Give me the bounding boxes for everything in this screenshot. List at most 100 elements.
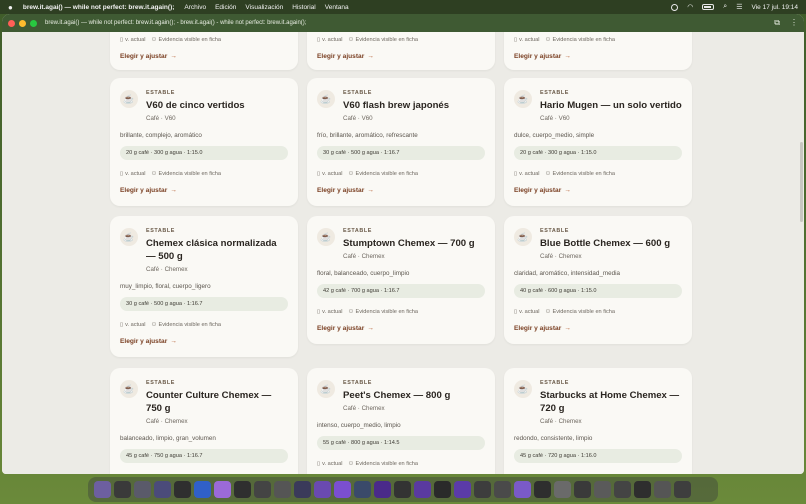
dock-app-icon[interactable] — [574, 481, 591, 498]
recipe-tags: balanceado, limpio, gran_volumen — [120, 435, 216, 442]
dock-app-icon[interactable] — [334, 481, 351, 498]
coffee-cup-icon: ☕ — [514, 380, 532, 398]
choose-and-adjust-link[interactable]: Elegir y ajustar → — [504, 53, 692, 60]
recipe-tags: dulce, cuerpo_medio, simple — [514, 132, 595, 139]
clipboard-icon: ▯ — [317, 461, 321, 467]
dock-app-icon[interactable] — [194, 481, 211, 498]
minimize-window-button[interactable] — [19, 19, 26, 27]
dock-app-icon[interactable] — [294, 481, 311, 498]
dock-app-icon[interactable] — [94, 481, 111, 498]
dock-app-icon[interactable] — [514, 481, 531, 498]
recipe-tags: floral, balanceado, cuerpo_limpio — [317, 270, 410, 277]
coffee-cup-icon: ☕ — [514, 228, 532, 246]
browser-window: brew.it.agai() — while not perfect: brew… — [2, 14, 804, 474]
recipe-title: Starbucks at Home Chemex — 720 g — [540, 390, 680, 414]
dock-app-icon[interactable] — [374, 481, 391, 498]
arrow-right-icon: → — [367, 53, 374, 60]
recipe-subtitle: Café · V60 — [540, 115, 570, 122]
users-icon: ⚇ — [348, 309, 354, 315]
recipe-ratio: 20 g café · 300 g agua · 1:15.0 — [120, 146, 288, 160]
extensions-icon[interactable]: ⧉ — [774, 18, 780, 28]
version-meta: ▯ v. actual — [317, 461, 343, 467]
dock-app-icon[interactable] — [434, 481, 451, 498]
app-menu-title[interactable]: brew.it.agai() — while not perfect: brew… — [23, 4, 175, 11]
recipe-subtitle: Café · Chemex — [540, 418, 582, 425]
status-badge: ESTABLE — [540, 228, 569, 234]
scrollbar[interactable] — [798, 32, 804, 474]
dock-app-icon[interactable] — [554, 481, 571, 498]
menu-visualizacion[interactable]: Visualización — [245, 4, 283, 11]
dock-app-icon[interactable] — [394, 481, 411, 498]
choose-and-adjust-link[interactable]: Elegir y ajustar → — [307, 187, 495, 194]
apple-menu-icon[interactable]: ● — [8, 3, 13, 12]
fullscreen-window-button[interactable] — [30, 19, 37, 27]
dock-app-icon[interactable] — [114, 481, 131, 498]
menu-historial[interactable]: Historial — [292, 4, 315, 11]
title-bar: brew.it.agai() — while not perfect: brew… — [2, 14, 804, 32]
clock[interactable]: Vie 17 jul. 19:14 — [752, 4, 799, 11]
status-badge: ESTABLE — [146, 228, 175, 234]
recipe-tags: claridad, aromático, intensidad_media — [514, 270, 621, 277]
close-window-button[interactable] — [8, 19, 15, 27]
recipe-tags: intenso, cuerpo_medio, limpio — [317, 422, 401, 429]
dock-app-icon[interactable] — [594, 481, 611, 498]
choose-and-adjust-link[interactable]: Elegir y ajustar → — [307, 53, 495, 60]
users-icon: ⚇ — [545, 309, 551, 315]
dock-app-icon[interactable] — [634, 481, 651, 498]
recipe-title: Stumptown Chemex — 700 g — [343, 238, 475, 249]
wifi-icon[interactable]: ◠ — [687, 3, 693, 11]
scrollbar-thumb[interactable] — [800, 142, 803, 222]
users-icon: ⚇ — [348, 37, 354, 43]
choose-and-adjust-link[interactable]: Elegir y ajustar → — [110, 338, 298, 345]
evidence-meta: ⚇ Evidencia visible en ficha — [348, 309, 419, 315]
clipboard-icon: ▯ — [120, 171, 124, 177]
menu-edicion[interactable]: Edición — [215, 4, 236, 11]
dock-app-icon[interactable] — [454, 481, 471, 498]
clipboard-icon: ▯ — [120, 322, 124, 328]
recipe-subtitle: Café · V60 — [146, 115, 176, 122]
dock-app-icon[interactable] — [174, 481, 191, 498]
dock-app-icon[interactable] — [614, 481, 631, 498]
battery-icon[interactable] — [702, 4, 715, 10]
dock-app-icon[interactable] — [354, 481, 371, 498]
dock-app-icon[interactable] — [154, 481, 171, 498]
recipe-ratio: 45 g café · 720 g agua · 1:16.0 — [514, 449, 682, 463]
choose-and-adjust-link[interactable]: Elegir y ajustar → — [504, 187, 692, 194]
status-badge: ESTABLE — [540, 90, 569, 96]
dock-app-icon[interactable] — [274, 481, 291, 498]
status-badge: ESTABLE — [343, 90, 372, 96]
dock-app-icon[interactable] — [314, 481, 331, 498]
dock-app-icon[interactable] — [234, 481, 251, 498]
search-icon[interactable]: ⌕ — [723, 3, 727, 11]
version-meta: ▯ v. actual — [120, 171, 146, 177]
status-badge: ESTABLE — [146, 90, 175, 96]
recipe-tags: frío, brillante, aromático, refrescante — [317, 132, 418, 139]
evidence-meta: ⚇ Evidencia visible en ficha — [151, 171, 222, 177]
choose-and-adjust-link[interactable]: Elegir y ajustar → — [307, 325, 495, 332]
recipe-subtitle: Café · Chemex — [540, 253, 582, 260]
menu-archivo[interactable]: Archivo — [184, 4, 206, 11]
clipboard-icon: ▯ — [317, 37, 321, 43]
recipe-ratio: 40 g café · 600 g agua · 1:15.0 — [514, 284, 682, 298]
menu-ventana[interactable]: Ventana — [325, 4, 349, 11]
dock-app-icon[interactable] — [254, 481, 271, 498]
dock-app-icon[interactable] — [134, 481, 151, 498]
choose-and-adjust-link[interactable]: Elegir y ajustar → — [504, 325, 692, 332]
more-menu-icon[interactable]: ⋮ — [790, 18, 798, 28]
control-center-icon[interactable]: ☰ — [736, 3, 742, 11]
recipe-subtitle: Café · Chemex — [146, 266, 188, 273]
dock-app-icon[interactable] — [534, 481, 551, 498]
clipboard-icon: ▯ — [317, 309, 321, 315]
dock-app-icon[interactable] — [214, 481, 231, 498]
evidence-meta: ⚇ Evidencia visible en ficha — [348, 37, 419, 43]
version-meta: ▯ v. actual — [514, 37, 540, 43]
dock-app-icon[interactable] — [474, 481, 491, 498]
choose-and-adjust-link[interactable]: Elegir y ajustar → — [110, 187, 298, 194]
dock-app-icon[interactable] — [674, 481, 691, 498]
dock-app-icon[interactable] — [494, 481, 511, 498]
evidence-meta: ⚇ Evidencia visible en ficha — [545, 171, 616, 177]
status-icon[interactable] — [671, 3, 679, 11]
choose-and-adjust-link[interactable]: Elegir y ajustar → — [110, 53, 298, 60]
dock-app-icon[interactable] — [414, 481, 431, 498]
dock-app-icon[interactable] — [654, 481, 671, 498]
